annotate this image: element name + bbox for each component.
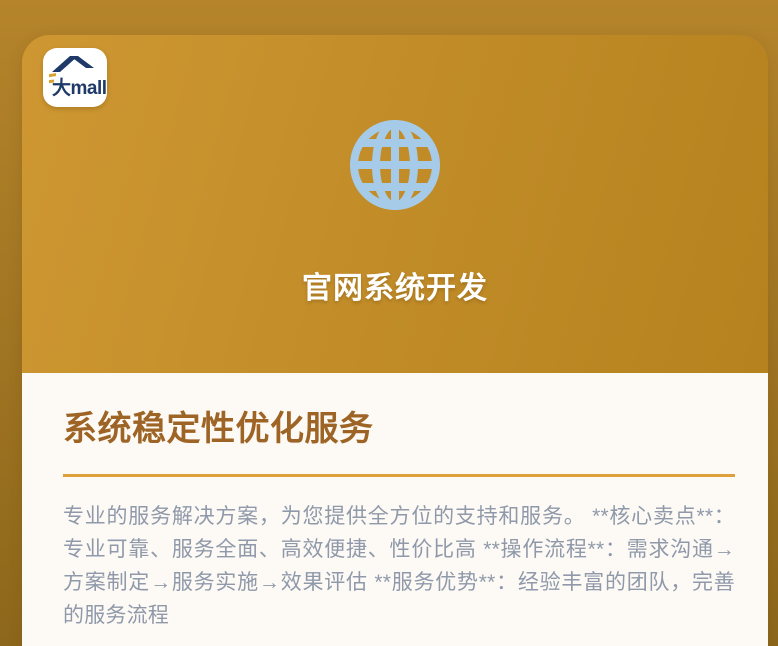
amall-logo-text: 大mall	[52, 73, 107, 100]
globe-icon	[345, 115, 445, 215]
service-description: 专业的服务解决方案，为您提供全方位的支持和服务。 **核心卖点**：专业可靠、服…	[63, 500, 735, 632]
card-body: 系统稳定性优化服务 专业的服务解决方案，为您提供全方位的支持和服务。 **核心卖…	[22, 373, 768, 646]
service-heading: 系统稳定性优化服务	[63, 407, 735, 451]
service-card: 大mall 官网系统开发 系统稳定性优化服务 专业的服务解决方案，为您提供全方位…	[22, 35, 768, 646]
card-header: 大mall 官网系统开发	[22, 35, 768, 373]
heading-divider	[63, 474, 735, 477]
amall-logo: 大mall	[43, 48, 107, 107]
header-title: 官网系统开发	[22, 263, 768, 307]
